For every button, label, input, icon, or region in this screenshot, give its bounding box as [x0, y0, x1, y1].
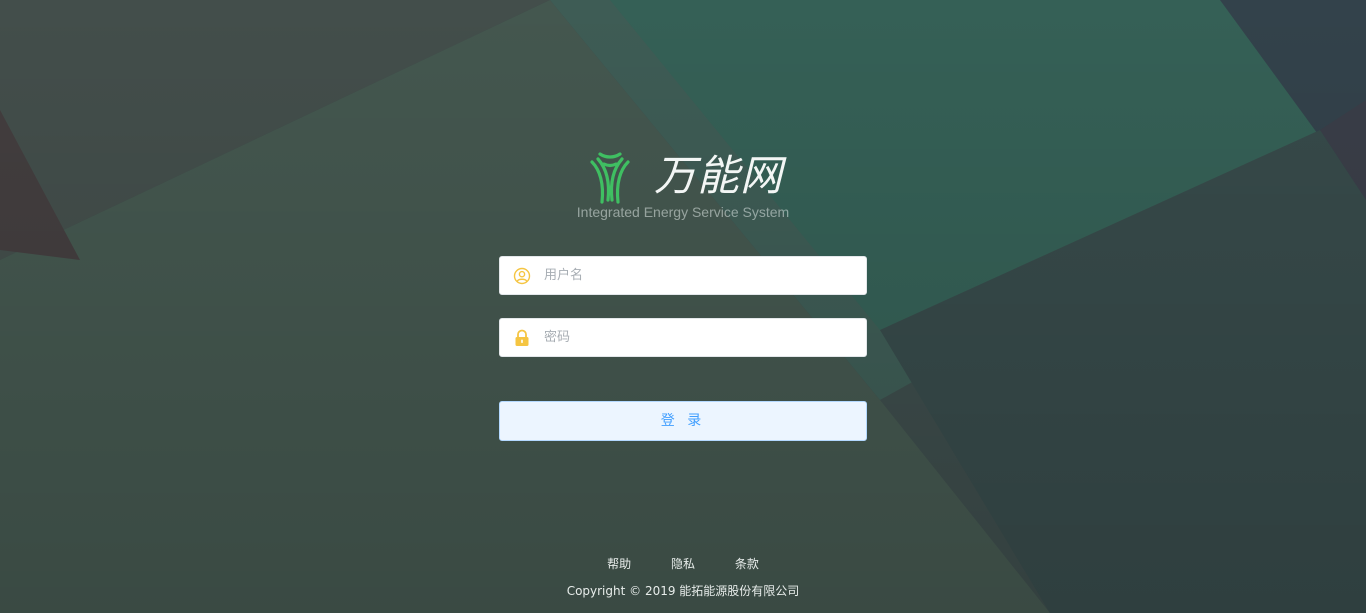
terms-link[interactable]: 条款 — [735, 557, 759, 571]
background — [0, 0, 1366, 613]
copyright-text: Copyright © 2019 能拓能源股份有限公司 — [566, 584, 800, 598]
three-arc-leaf-logo-icon — [590, 152, 630, 204]
user-circle-icon — [513, 267, 531, 285]
brand-name: 万能网 — [654, 151, 784, 200]
brand-logo: 万能网 Integrated Energy Service System — [560, 146, 806, 226]
footer-links: 帮助 隐私 条款 — [0, 555, 1366, 572]
password-input[interactable] — [544, 319, 854, 356]
brand-subtitle: Integrated Energy Service System — [576, 204, 790, 220]
help-link[interactable]: 帮助 — [607, 557, 631, 571]
privacy-link[interactable]: 隐私 — [671, 557, 695, 571]
username-input[interactable] — [544, 257, 854, 294]
login-button[interactable]: 登 录 — [499, 401, 867, 441]
username-field[interactable] — [499, 256, 867, 295]
lock-icon — [515, 329, 529, 346]
password-field[interactable] — [499, 318, 867, 357]
